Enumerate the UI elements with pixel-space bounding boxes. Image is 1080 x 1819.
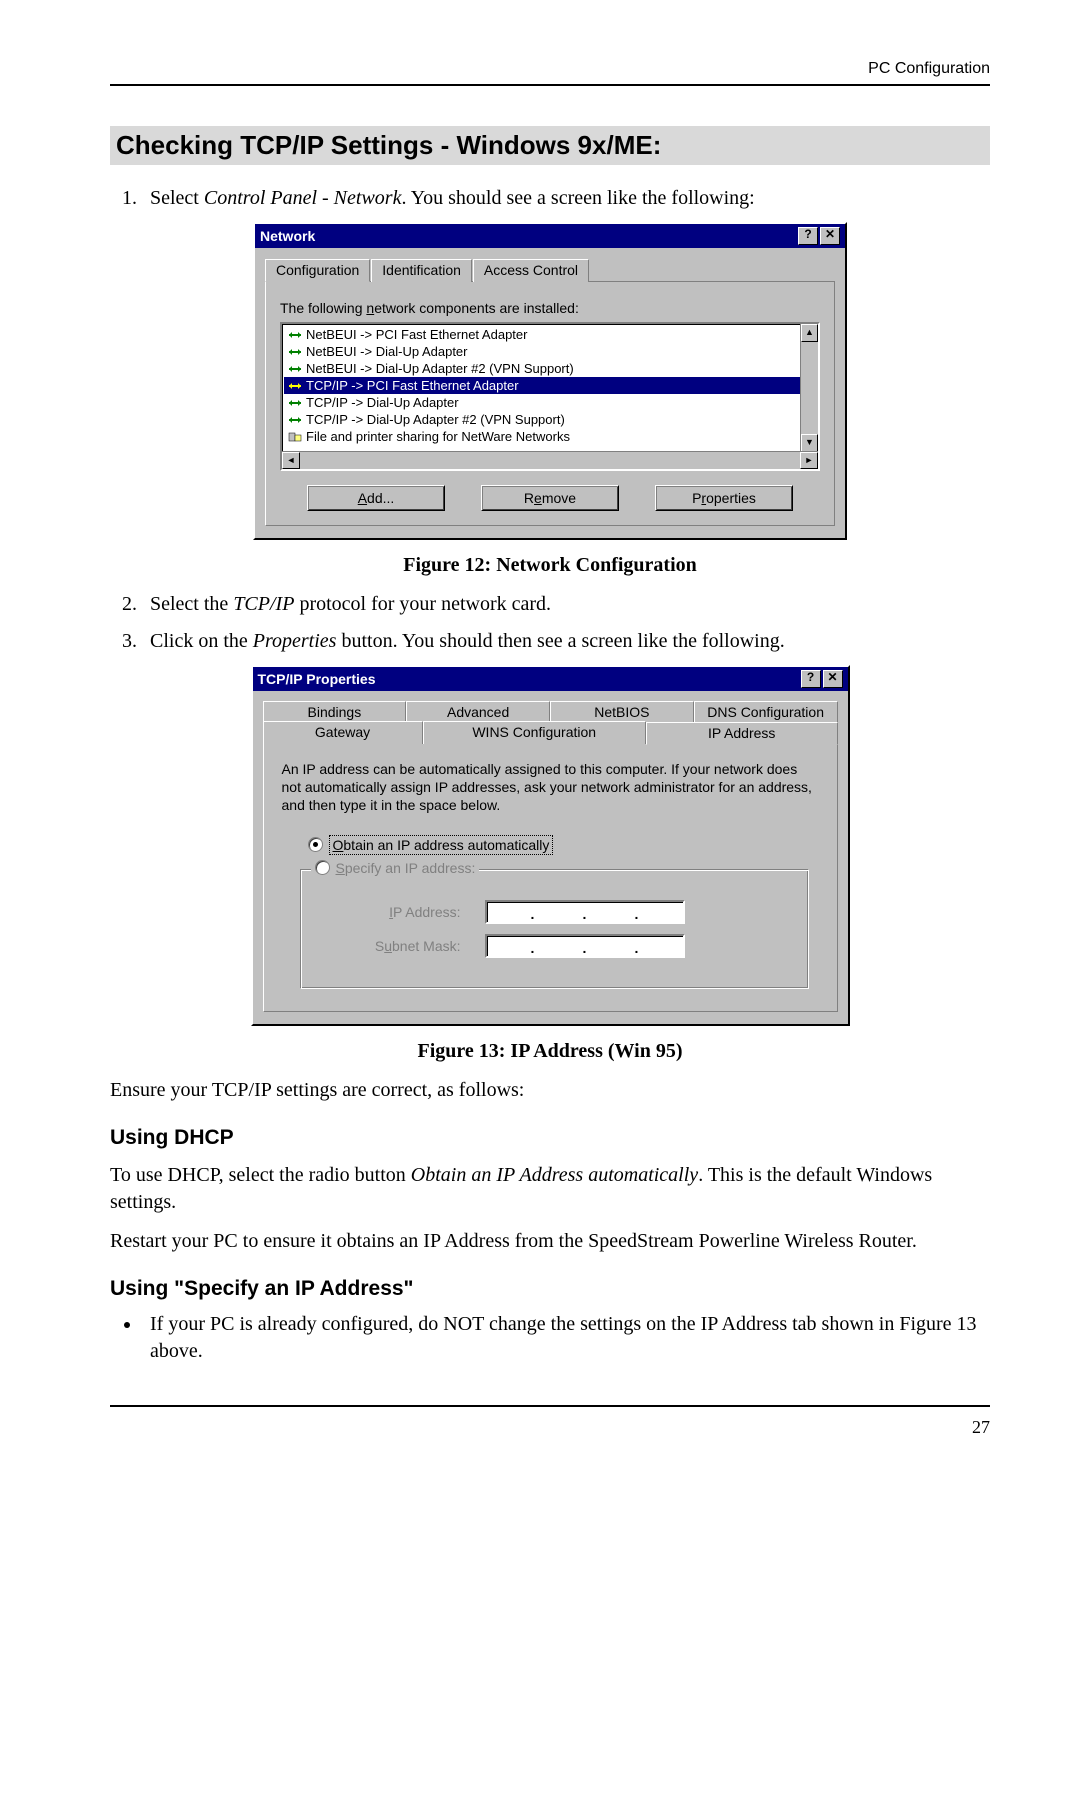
network-dialog: Network ? ✕ Configuration Identification… bbox=[253, 222, 847, 540]
tab-configuration[interactable]: Configuration bbox=[265, 259, 370, 282]
ip-address-field[interactable]: ... bbox=[485, 900, 685, 924]
titlebar[interactable]: TCP/IP Properties ? ✕ bbox=[253, 667, 848, 691]
radio-specify-ip[interactable]: Specify an IP address: bbox=[311, 860, 480, 876]
tab-ip-address[interactable]: IP Address bbox=[646, 722, 838, 745]
list-item[interactable]: NetBEUI -> Dial-Up Adapter bbox=[284, 343, 800, 360]
protocol-icon bbox=[288, 363, 302, 375]
figure-12-caption: Figure 12: Network Configuration bbox=[110, 554, 990, 577]
scroll-down-icon[interactable]: ▼ bbox=[801, 434, 818, 452]
remove-button[interactable]: Remove bbox=[481, 485, 619, 511]
titlebar[interactable]: Network ? ✕ bbox=[255, 224, 845, 248]
list-item[interactable]: TCP/IP -> Dial-Up Adapter bbox=[284, 394, 800, 411]
components-listbox[interactable]: NetBEUI -> PCI Fast Ethernet Adapter Net… bbox=[280, 322, 820, 471]
scrollbar-horizontal[interactable]: ◄ ► bbox=[282, 451, 818, 469]
radio-icon bbox=[308, 837, 323, 852]
step-3: Click on the Properties button. You shou… bbox=[142, 628, 990, 655]
step-1: Select Control Panel - Network. You shou… bbox=[142, 185, 990, 212]
list-item-selected[interactable]: TCP/IP -> PCI Fast Ethernet Adapter bbox=[284, 377, 800, 394]
tab-wins-configuration[interactable]: WINS Configuration bbox=[423, 721, 646, 744]
radio-obtain-auto[interactable]: Obtain an IP address automatically bbox=[308, 835, 819, 855]
tabs: Configuration Identification Access Cont… bbox=[265, 258, 835, 282]
close-button[interactable]: ✕ bbox=[823, 670, 843, 688]
step-2: Select the TCP/IP protocol for your netw… bbox=[142, 591, 990, 618]
tab-advanced[interactable]: Advanced bbox=[406, 701, 550, 722]
help-button[interactable]: ? bbox=[798, 227, 818, 245]
protocol-icon bbox=[288, 329, 302, 341]
scroll-left-icon[interactable]: ◄ bbox=[282, 452, 300, 469]
specify-bullet: If your PC is already configured, do NOT… bbox=[142, 1311, 990, 1365]
using-specify-heading: Using "Specify an IP Address" bbox=[110, 1277, 990, 1301]
list-item[interactable]: NetBEUI -> PCI Fast Ethernet Adapter bbox=[284, 326, 800, 343]
tcpip-description: An IP address can be automatically assig… bbox=[282, 760, 819, 815]
tab-netbios[interactable]: NetBIOS bbox=[550, 701, 694, 722]
tab-access-control[interactable]: Access Control bbox=[473, 259, 589, 282]
using-dhcp-heading: Using DHCP bbox=[110, 1126, 990, 1150]
dhcp-paragraph-1: To use DHCP, select the radio button Obt… bbox=[110, 1162, 990, 1216]
properties-button[interactable]: Properties bbox=[655, 485, 793, 511]
scroll-up-icon[interactable]: ▲ bbox=[801, 324, 818, 342]
subnet-mask-field[interactable]: ... bbox=[485, 934, 685, 958]
subnet-mask-label: Subnet Mask: bbox=[331, 938, 461, 954]
scroll-right-icon[interactable]: ► bbox=[800, 452, 818, 469]
service-icon bbox=[288, 431, 302, 443]
ensure-text: Ensure your TCP/IP settings are correct,… bbox=[110, 1077, 990, 1104]
help-button[interactable]: ? bbox=[801, 670, 821, 688]
page-header: PC Configuration bbox=[110, 60, 990, 86]
section-heading: Checking TCP/IP Settings - Windows 9x/ME… bbox=[110, 126, 990, 165]
specify-ip-groupbox: Specify an IP address: IP Address: ... S… bbox=[300, 869, 809, 989]
protocol-icon bbox=[288, 397, 302, 409]
tab-bindings[interactable]: Bindings bbox=[263, 701, 407, 722]
tcpip-properties-dialog: TCP/IP Properties ? ✕ Bindings Advanced … bbox=[251, 665, 850, 1026]
add-button[interactable]: Add... bbox=[307, 485, 445, 511]
tab-dns-configuration[interactable]: DNS Configuration bbox=[694, 701, 838, 722]
scrollbar-vertical[interactable]: ▲ ▼ bbox=[800, 324, 818, 452]
dhcp-paragraph-2: Restart your PC to ensure it obtains an … bbox=[110, 1228, 990, 1255]
page-number: 27 bbox=[110, 1405, 990, 1438]
tab-identification[interactable]: Identification bbox=[371, 259, 472, 282]
list-item[interactable]: NetBEUI -> Dial-Up Adapter #2 (VPN Suppo… bbox=[284, 360, 800, 377]
protocol-icon bbox=[288, 414, 302, 426]
tab-gateway[interactable]: Gateway bbox=[263, 721, 423, 744]
protocol-icon bbox=[288, 346, 302, 358]
radio-icon bbox=[315, 860, 330, 875]
window-title: TCP/IP Properties bbox=[258, 671, 376, 687]
list-item[interactable]: TCP/IP -> Dial-Up Adapter #2 (VPN Suppor… bbox=[284, 411, 800, 428]
installed-components-label: The following network components are ins… bbox=[280, 300, 820, 316]
list-item[interactable]: File and printer sharing for NetWare Net… bbox=[284, 428, 800, 445]
ip-address-label: IP Address: bbox=[331, 904, 461, 920]
close-button[interactable]: ✕ bbox=[820, 227, 840, 245]
figure-13-caption: Figure 13: IP Address (Win 95) bbox=[110, 1040, 990, 1063]
protocol-icon bbox=[288, 380, 302, 392]
window-title: Network bbox=[260, 228, 315, 244]
